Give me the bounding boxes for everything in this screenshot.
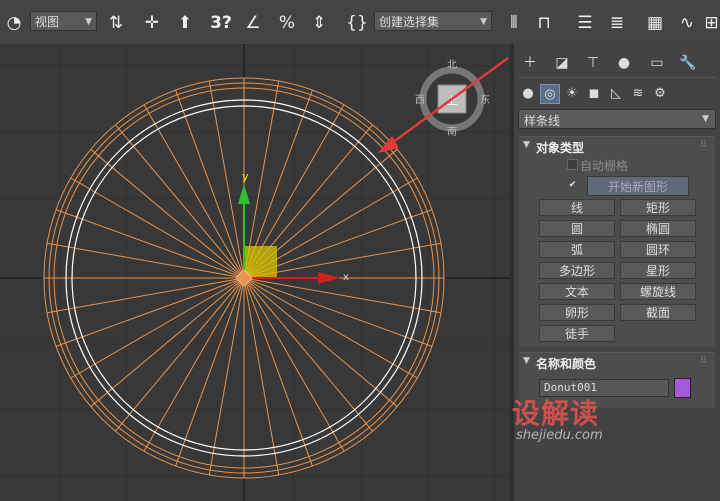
name-color-title: 名称和颜色: [536, 357, 597, 371]
geometry-sphere-icon[interactable]: ●: [518, 84, 538, 104]
chevron-down-icon: ▼: [702, 114, 709, 124]
gizmo-x-arrow-icon[interactable]: [318, 272, 340, 284]
view-select-label: 视图: [35, 15, 60, 29]
percent-snap-icon[interactable]: %: [275, 9, 299, 37]
chevron-down-icon: ▼: [480, 17, 487, 27]
gizmo-y-label: y: [242, 170, 249, 183]
spinner-snap-icon[interactable]: ⇕: [307, 9, 331, 37]
object-type-button[interactable]: 弧: [539, 241, 615, 258]
space-warps-icon[interactable]: ≋: [628, 84, 648, 104]
snap-toggle-icon[interactable]: 3?: [209, 9, 233, 37]
selection-set-label: 创建选择集: [379, 15, 440, 29]
object-type-title: 对象类型: [536, 141, 585, 155]
object-type-button[interactable]: 圆环: [620, 241, 696, 258]
viewcube-west: 西: [415, 95, 425, 106]
top-viewport[interactable]: y x 上 北 南 西 东: [0, 44, 510, 501]
object-type-button[interactable]: 椭圆: [620, 220, 696, 237]
manipulate-icon[interactable]: ⬆: [173, 9, 197, 37]
rollout-grip-icon: ⠿: [700, 356, 707, 366]
object-type-button[interactable]: 文本: [539, 283, 615, 300]
rollout-collapse-icon[interactable]: ▼: [523, 140, 530, 150]
object-type-button[interactable]: 矩形: [620, 199, 696, 216]
start-new-shape-button[interactable]: 开始新图形: [587, 176, 689, 196]
align-icon[interactable]: ⊓: [532, 9, 556, 37]
object-type-rollout: ▼ 对象类型 ⠿ 自动栅格 ✔ 开始新图形 线矩形圆椭圆弧圆环 多边形 星形 文本 螺旋…: [519, 136, 715, 347]
object-type-button[interactable]: 徒手: [539, 325, 615, 342]
viewcube-east: 东: [480, 93, 490, 106]
rollout-grip-icon: ⠿: [700, 140, 707, 150]
snap-label: 3: [210, 13, 222, 33]
viewcube-south: 南: [447, 125, 457, 138]
utilities-tab-wrench-icon[interactable]: 🔧: [676, 52, 700, 74]
systems-icon[interactable]: ⚙: [650, 84, 670, 104]
named-selection-select[interactable]: 创建选择集 ▼: [374, 11, 492, 31]
angle-snap-icon[interactable]: ∠: [241, 9, 265, 37]
move-icon[interactable]: ✛: [140, 9, 164, 37]
category-select[interactable]: 样条线 ▼: [518, 109, 716, 129]
autogrid-checkbox[interactable]: [567, 159, 578, 170]
main-toolbar: ◔ 视图 ▼ ⇅ ✛ ⬆ 3? ∠ % ⇕ {} 创建选择集 ▼ ⫴ ⊓ ☰ ≣ ▦…: [0, 0, 720, 45]
schematic-view-icon[interactable]: ⊞: [703, 9, 720, 37]
modify-tab-icon[interactable]: ◪: [550, 52, 574, 74]
pivot-center-icon[interactable]: ⇅: [104, 9, 128, 37]
layer-manager-icon[interactable]: ☰: [573, 9, 597, 37]
gizmo-y-arrow-icon[interactable]: [238, 184, 250, 204]
mirror-icon[interactable]: ⫴: [502, 9, 526, 37]
lights-icon[interactable]: ☀: [562, 84, 582, 104]
object-type-button[interactable]: 卵形: [539, 304, 615, 321]
scene-explorer-icon[interactable]: ≣: [605, 9, 629, 37]
reference-coord-select[interactable]: 视图 ▼: [30, 11, 97, 31]
gizmo-x-label: x: [343, 272, 349, 283]
viewcube-north: 北: [447, 59, 457, 71]
watermark-cn: 设解读: [512, 397, 600, 430]
start-new-shape-checkbox[interactable]: ✔: [567, 180, 578, 191]
select-filter-icon[interactable]: ◔: [2, 9, 26, 37]
viewport-canvas[interactable]: y x 上 北 南 西 东: [0, 44, 510, 501]
helpers-icon[interactable]: ◺: [606, 84, 626, 104]
object-type-button[interactable]: 多边形: [539, 262, 615, 279]
object-type-button[interactable]: 圆: [539, 220, 615, 237]
category-select-label: 样条线: [524, 114, 561, 128]
object-type-button[interactable]: 螺旋线: [620, 283, 696, 300]
curve-editor-icon[interactable]: ∿: [675, 9, 699, 37]
cameras-icon[interactable]: ◼: [584, 84, 604, 104]
tab-divider: [518, 77, 716, 78]
watermark-en: shejiedu.com: [516, 428, 603, 443]
motion-tab-icon[interactable]: ●: [612, 52, 636, 74]
autogrid-label: 自动栅格: [580, 159, 629, 173]
shapes-icon[interactable]: ◎: [540, 84, 560, 104]
hierarchy-tab-icon[interactable]: ⊤: [581, 52, 605, 74]
object-type-button[interactable]: 截面: [620, 304, 696, 321]
object-type-button[interactable]: 线: [539, 199, 615, 216]
object-type-button[interactable]: 星形: [620, 262, 696, 279]
object-color-swatch[interactable]: [674, 378, 691, 398]
rollout-collapse-icon[interactable]: ▼: [523, 356, 530, 366]
create-tab-plus-icon[interactable]: ＋: [518, 52, 542, 74]
gizmo-plane-handle[interactable]: [244, 246, 277, 278]
edit-named-selection-icon[interactable]: {}: [345, 9, 369, 37]
chevron-down-icon: ▼: [85, 17, 92, 27]
ribbon-icon[interactable]: ▦: [643, 9, 667, 37]
display-tab-icon[interactable]: ▭: [645, 52, 669, 74]
